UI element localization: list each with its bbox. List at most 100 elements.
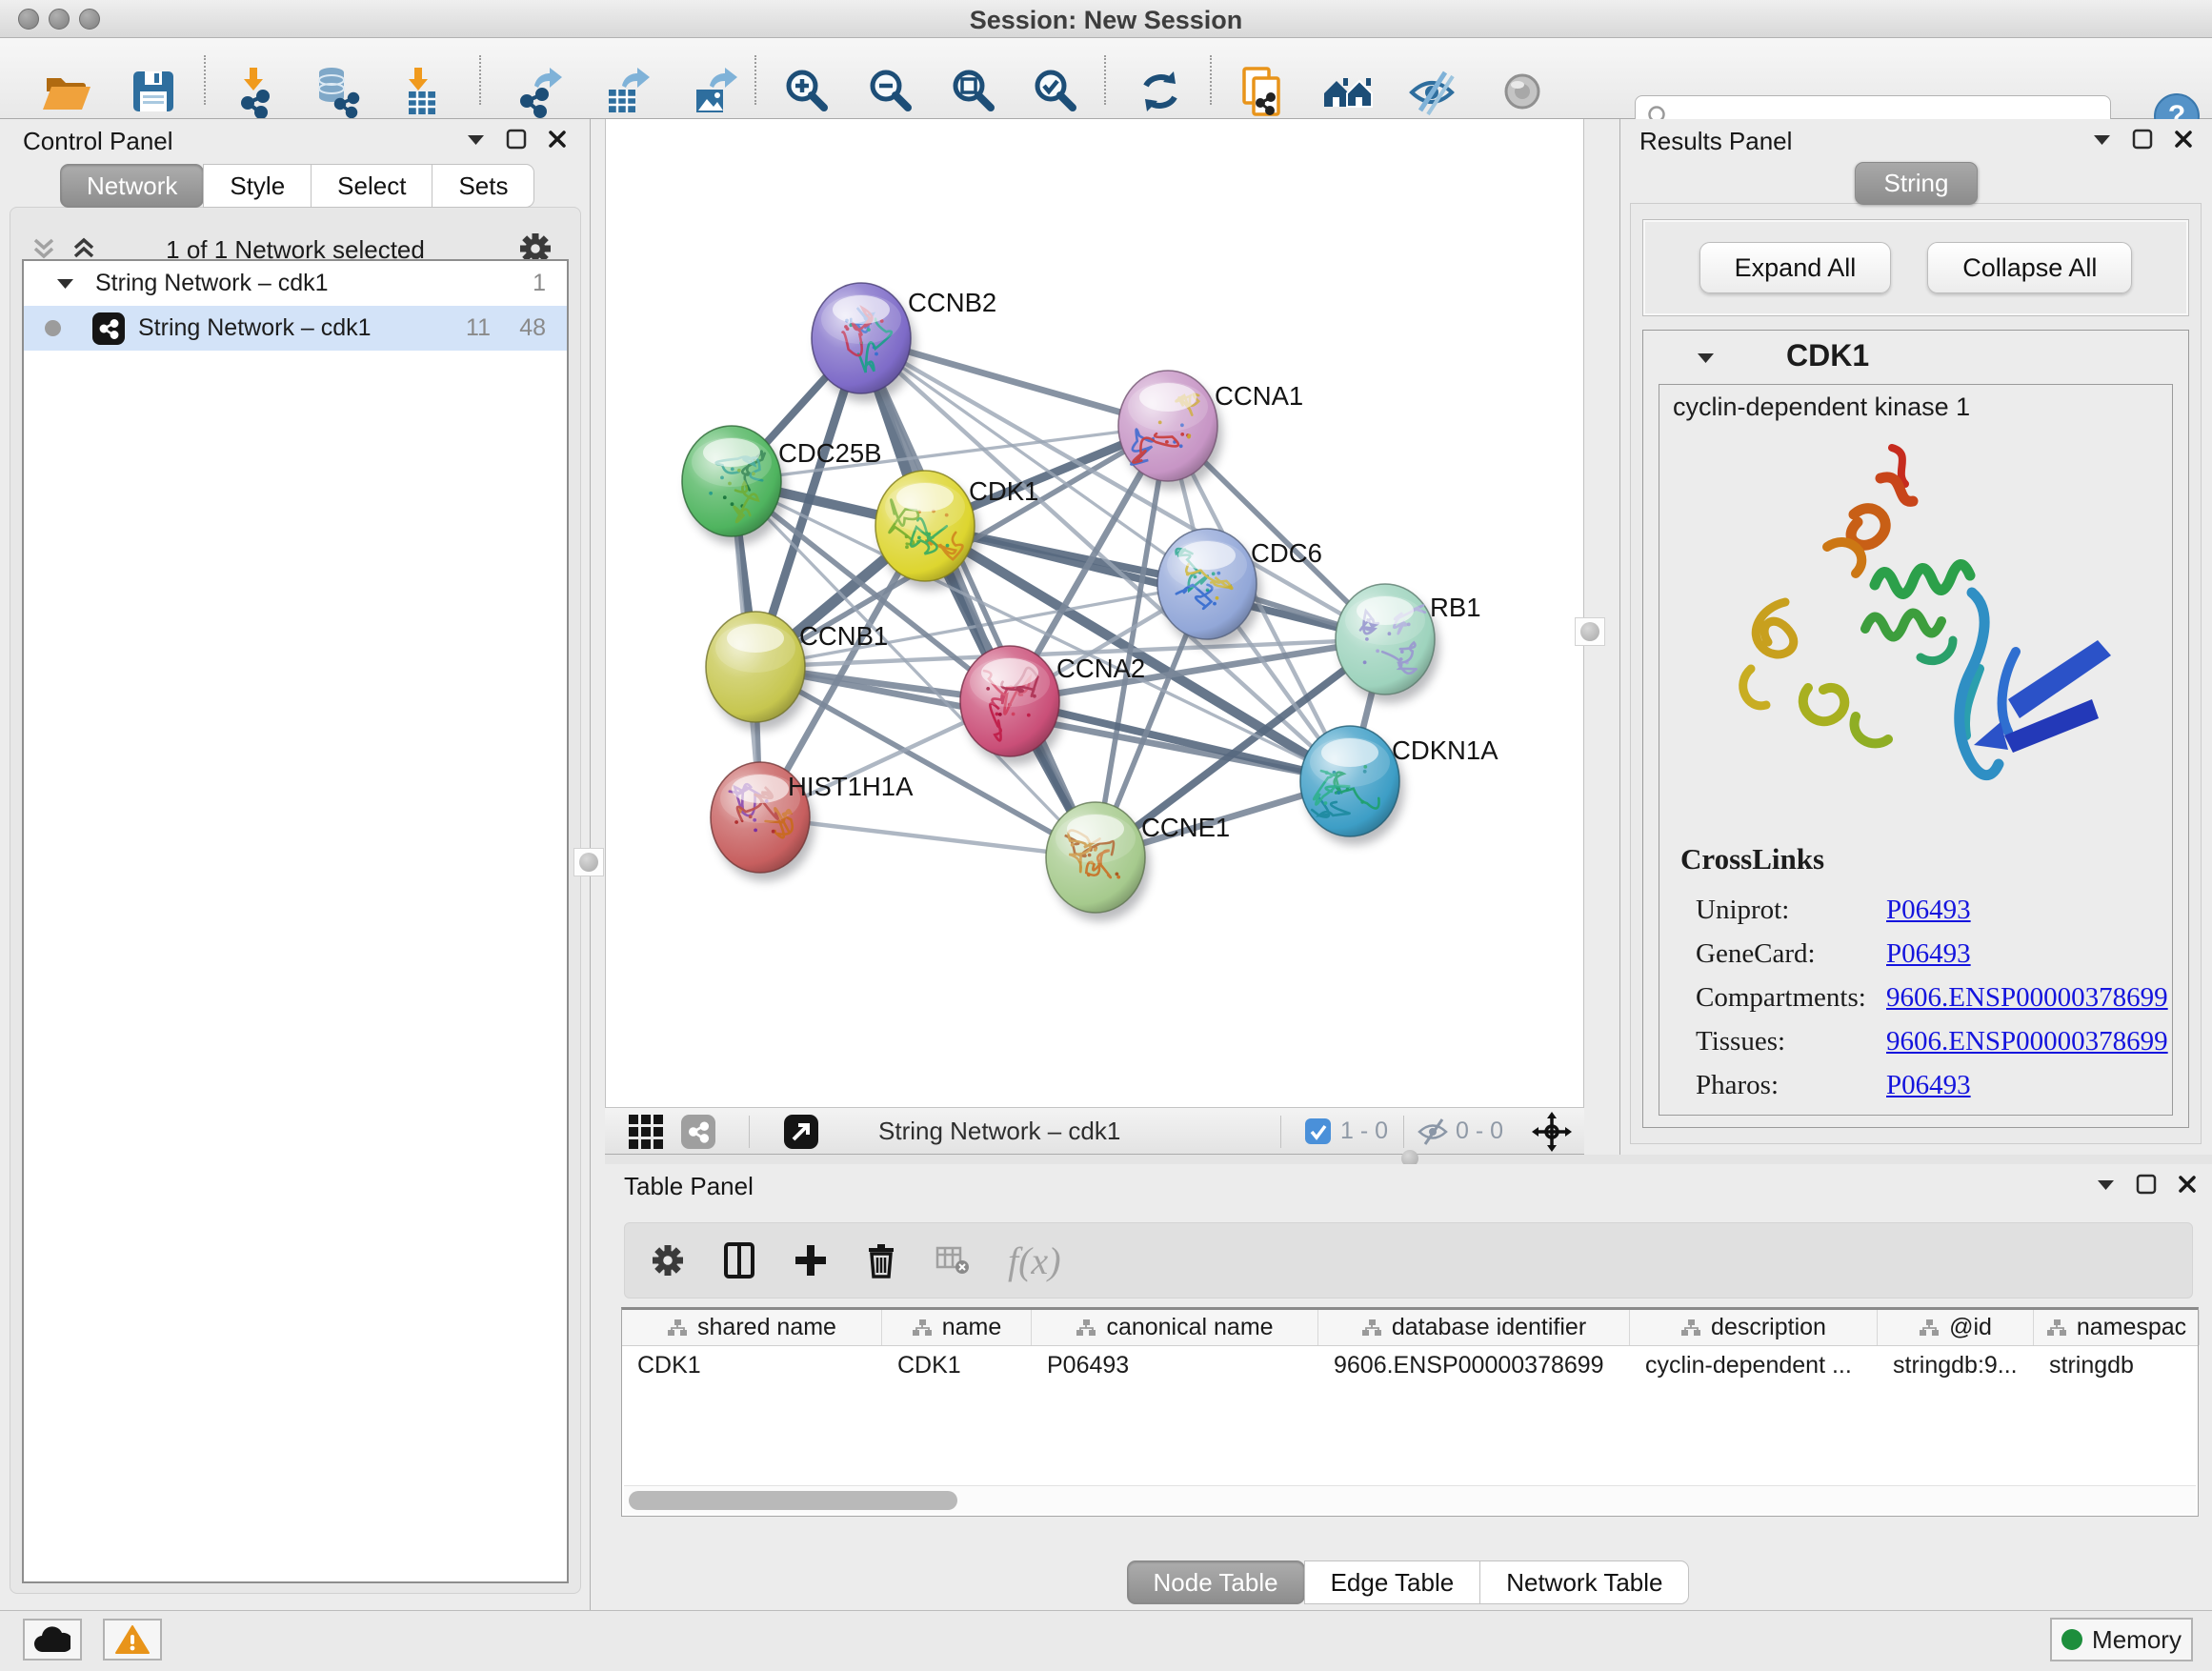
cloud-status-button[interactable] (23, 1619, 82, 1661)
network-node-CCNB2[interactable] (812, 283, 915, 402)
show-panel-button[interactable] (1496, 65, 1549, 118)
gene-section-header[interactable]: CDK1 (1643, 336, 2188, 380)
export-image-button[interactable] (687, 65, 740, 118)
warning-icon (115, 1624, 150, 1655)
gene-results-box: CDK1 cyclin-dependent kinase 1 (1642, 330, 2189, 1128)
table-float-button[interactable] (2097, 1178, 2115, 1191)
node-label-CDK1: CDK1 (969, 476, 1038, 506)
table-cell[interactable]: stringdb:9... (1878, 1346, 2034, 1384)
table-row[interactable]: CDK1CDK1P064939606.ENSP00000378699cyclin… (622, 1346, 2198, 1384)
network-node-CDK1[interactable] (875, 471, 979, 590)
control-panel: Control Panel NetworkStyleSelectSets 1 o… (0, 119, 591, 1610)
column-header-canonical-name[interactable]: canonical name (1032, 1310, 1318, 1345)
import-network-button[interactable] (231, 65, 284, 118)
show-columns-button[interactable] (722, 1242, 756, 1278)
grid-view-button[interactable] (629, 1115, 663, 1149)
network-view-button[interactable] (681, 1115, 715, 1149)
network-row-selected[interactable]: String Network – cdk1 11 48 (24, 306, 567, 351)
export-network-button[interactable] (512, 65, 565, 118)
node-table[interactable]: shared namenamecanonical namedatabase id… (621, 1307, 2199, 1517)
table-cell[interactable]: P06493 (1032, 1346, 1318, 1384)
add-column-button[interactable] (794, 1244, 827, 1277)
right-splitter-handle[interactable] (1575, 617, 1605, 646)
table-close-button[interactable] (2178, 1175, 2197, 1194)
crosslink-link[interactable]: P06493 (1886, 895, 1971, 926)
collection-expander-icon[interactable] (56, 277, 74, 290)
network-node-CDKN1A[interactable] (1300, 726, 1404, 845)
selected-nodes-checkbox[interactable] (1305, 1118, 1331, 1144)
memory-button[interactable]: Memory (2050, 1618, 2193, 1661)
cloud-icon (34, 1626, 70, 1653)
zoom-fit-button[interactable] (946, 65, 999, 118)
tab-network[interactable]: Network (60, 164, 204, 208)
network-node-CCNA2[interactable] (960, 646, 1064, 765)
tab-select[interactable]: Select (311, 164, 432, 208)
export-table-button[interactable] (599, 65, 653, 118)
tab-edge-table[interactable]: Edge Table (1304, 1560, 1481, 1604)
column-header-shared-name[interactable]: shared name (622, 1310, 882, 1345)
table-cell[interactable]: 9606.ENSP00000378699 (1318, 1346, 1630, 1384)
tab-node-table[interactable]: Node Table (1127, 1560, 1305, 1604)
hidden-nodes-icon[interactable] (1417, 1117, 1449, 1146)
column-header-name[interactable]: name (882, 1310, 1032, 1345)
delete-column-button[interactable] (865, 1242, 897, 1278)
crosslink-link[interactable]: P06493 (1886, 1070, 1971, 1101)
string-homes-button[interactable] (1322, 65, 1376, 118)
expand-all-button[interactable]: Expand All (1699, 242, 1892, 293)
left-splitter-handle[interactable] (573, 848, 604, 876)
tab-network-table[interactable]: Network Table (1479, 1560, 1689, 1604)
column-header-database-identifier[interactable]: database identifier (1318, 1310, 1630, 1345)
tab-sets[interactable]: Sets (432, 164, 534, 208)
main-toolbar: ? (0, 38, 2212, 119)
column-type-icon (1361, 1319, 1382, 1338)
horizontal-splitter[interactable] (605, 1155, 2212, 1164)
network-node-RB1[interactable] (1336, 584, 1439, 703)
panel-float-button[interactable] (467, 133, 485, 146)
network-node-CCNE1[interactable] (1046, 802, 1150, 921)
collapse-all-button[interactable]: Collapse All (1927, 242, 2132, 293)
results-close-button[interactable] (2174, 130, 2193, 149)
import-table-button[interactable] (395, 65, 449, 118)
string-network-icon (92, 312, 125, 345)
gene-expander-icon[interactable] (1697, 352, 1715, 364)
table-cell[interactable]: cyclin-dependent ... (1630, 1346, 1878, 1384)
crosslink-link[interactable]: P06493 (1886, 938, 1971, 970)
crosslink-link[interactable]: 9606.ENSP00000378699 (1886, 1026, 2168, 1057)
table-horizontal-scrollbar[interactable] (624, 1485, 2196, 1514)
network-node-CCNA1[interactable] (1118, 371, 1222, 490)
column-header-namespac[interactable]: namespac (2034, 1310, 2200, 1345)
network-collection-row[interactable]: String Network – cdk1 1 (24, 261, 567, 306)
zoom-out-button[interactable] (863, 65, 916, 118)
network-canvas[interactable]: CCNB2CCNA1CDC25BCDK1CDC6RB1CCNB1CCNA2CDK… (605, 119, 1584, 1107)
save-session-button[interactable] (127, 65, 180, 118)
zoom-in-button[interactable] (779, 65, 833, 118)
results-maximize-button[interactable] (2132, 129, 2153, 150)
import-database-button[interactable] (312, 65, 365, 118)
pan-mode-button[interactable] (1532, 1112, 1572, 1152)
string-documents-button[interactable] (1237, 65, 1291, 118)
table-header-row: shared namenamecanonical namedatabase id… (622, 1310, 2198, 1346)
table-cell[interactable]: CDK1 (622, 1346, 882, 1384)
tab-style[interactable]: Style (203, 164, 312, 208)
panel-maximize-button[interactable] (506, 129, 527, 150)
tab-string[interactable]: String (1855, 162, 1979, 205)
column-header-description[interactable]: description (1630, 1310, 1878, 1345)
table-maximize-button[interactable] (2136, 1174, 2157, 1195)
panel-close-button[interactable] (548, 130, 567, 149)
crosslink-link[interactable]: 9606.ENSP00000378699 (1886, 982, 2168, 1014)
column-header--id[interactable]: @id (1878, 1310, 2034, 1345)
crosslink-row: Pharos:P06493 (1680, 1063, 2168, 1107)
table-cell[interactable]: stringdb (2034, 1346, 2200, 1384)
zoom-selected-button[interactable] (1028, 65, 1081, 118)
detach-view-button[interactable] (784, 1115, 818, 1149)
network-view-toolbar: String Network – cdk1 1 - 0 0 - 0 (605, 1107, 1584, 1155)
network-node-CDC6[interactable] (1157, 529, 1261, 648)
open-session-button[interactable] (40, 65, 93, 118)
table-cell[interactable]: CDK1 (882, 1346, 1032, 1384)
results-float-button[interactable] (2093, 133, 2111, 146)
warnings-button[interactable] (103, 1619, 162, 1661)
hide-panel-button[interactable] (1405, 65, 1458, 118)
scrollbar-thumb[interactable] (629, 1491, 957, 1510)
refresh-button[interactable] (1134, 65, 1187, 118)
table-options-gear-icon[interactable] (652, 1244, 684, 1277)
